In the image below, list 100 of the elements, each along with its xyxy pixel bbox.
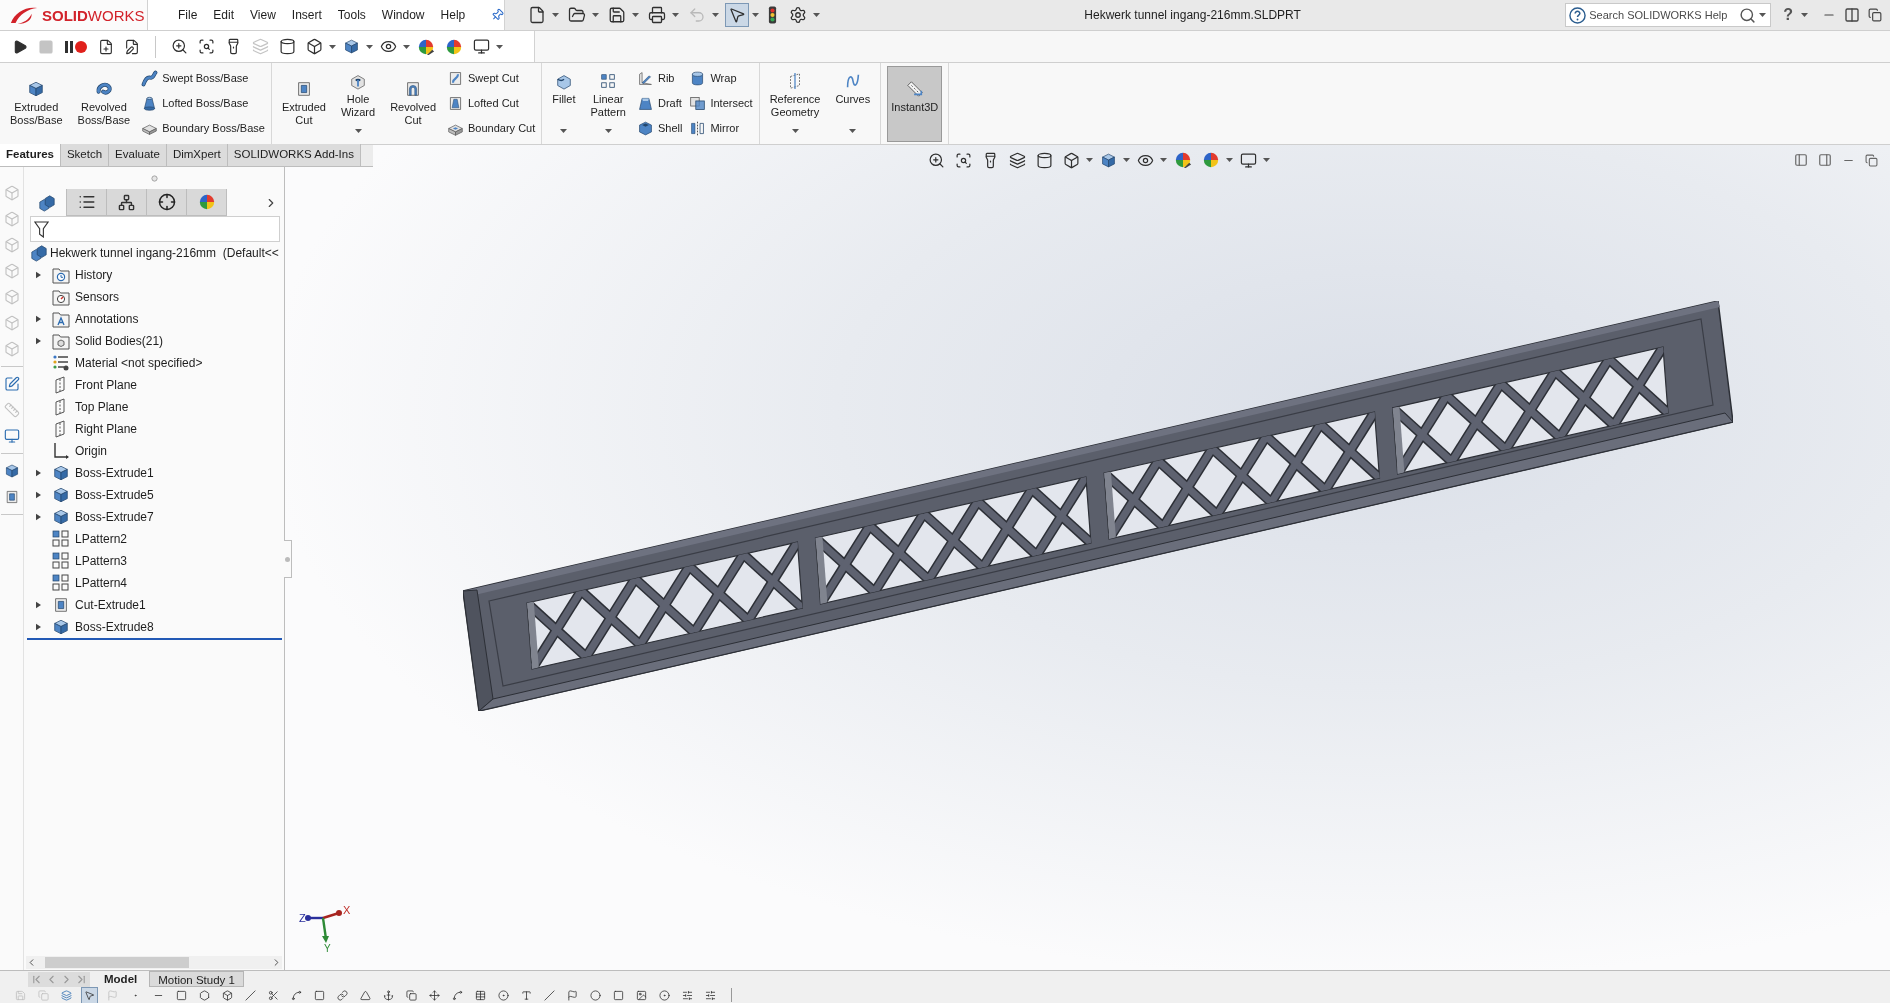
shaded-cube-icon[interactable]: [1100, 151, 1117, 169]
color-ball-icon[interactable]: [1202, 151, 1220, 169]
pause-record-icon[interactable]: [64, 38, 88, 55]
command-tab[interactable]: DimXpert: [166, 144, 228, 166]
pen-square-icon[interactable]: [3, 376, 20, 392]
ribbon-command[interactable]: Lofted Boss/Base: [141, 93, 265, 114]
ribbon-command[interactable]: Swept Boss/Base: [141, 68, 265, 89]
caret-icon[interactable]: [1086, 158, 1093, 162]
layers-icon[interactable]: [1009, 151, 1026, 169]
ribbon-command[interactable]: Draft: [636, 93, 683, 114]
triangle-icon[interactable]: [360, 989, 371, 1001]
ribbon-command[interactable]: Swept Cut: [447, 68, 536, 89]
tree-item[interactable]: Top Plane: [75, 398, 129, 416]
caret-icon[interactable]: [366, 44, 373, 49]
drag-handle-icon[interactable]: [150, 174, 158, 182]
tree-item[interactable]: LPattern3: [75, 552, 128, 570]
document-plus-icon[interactable]: [98, 38, 114, 55]
tree-item[interactable]: Boss-Extrude7: [75, 508, 154, 526]
eye-icon[interactable]: [380, 38, 397, 55]
ribbon-command[interactable]: Hole Wizard: [336, 66, 380, 142]
caret-icon[interactable]: [849, 129, 857, 133]
filter-field[interactable]: [30, 216, 280, 242]
circle-dot-icon[interactable]: [498, 989, 509, 1001]
expand-arrow-icon[interactable]: [35, 469, 41, 477]
caret-icon[interactable]: [496, 44, 503, 49]
menu-item[interactable]: Window: [381, 6, 425, 24]
tree-item[interactable]: Boss-Extrude8: [75, 618, 154, 636]
command-tab[interactable]: SOLIDWORKS Add-Ins: [227, 144, 361, 166]
horizontal-scrollbar[interactable]: [26, 956, 282, 969]
caret-icon[interactable]: [752, 13, 759, 17]
tile-windows-icon[interactable]: [1844, 7, 1860, 23]
tree-item[interactable]: History: [75, 266, 113, 284]
caret-icon[interactable]: [813, 13, 820, 17]
caret-icon[interactable]: [329, 44, 336, 49]
ribbon-command[interactable]: Revolved Boss/Base: [73, 66, 135, 142]
tree-item[interactable]: LPattern2: [75, 530, 128, 548]
ribbon-command[interactable]: Linear Pattern: [586, 66, 630, 142]
zoom-area-icon[interactable]: [198, 38, 215, 55]
ribbon-command[interactable]: Boundary Cut: [447, 118, 536, 139]
search-field[interactable]: Search SOLIDWORKS Help: [1589, 6, 1737, 24]
tree-item[interactable]: Annotations: [75, 310, 139, 328]
caret-icon[interactable]: [592, 13, 599, 17]
cube-icon[interactable]: [1063, 151, 1080, 169]
help-question-mark[interactable]: ?: [1783, 3, 1793, 27]
menu-item[interactable]: Insert: [291, 6, 322, 24]
panel-tab[interactable]: [67, 189, 107, 216]
ribbon-command[interactable]: Mirror: [689, 118, 753, 139]
search-icon[interactable]: [1739, 6, 1757, 24]
tree-item[interactable]: Right Plane: [75, 420, 138, 438]
ribbon-command[interactable]: Instant3D: [887, 66, 943, 142]
color-ball-icon[interactable]: [445, 37, 463, 56]
shaded-cube-icon[interactable]: [3, 463, 20, 479]
tree-item[interactable]: Cut-Extrude1: [75, 596, 146, 614]
cursor-icon[interactable]: [725, 3, 749, 27]
menu-item[interactable]: View: [250, 6, 276, 24]
traffic-light-icon[interactable]: [768, 6, 777, 24]
search-box[interactable]: Search SOLIDWORKS Help: [1565, 3, 1772, 27]
ribbon-command[interactable]: Fillet: [548, 66, 580, 142]
play-icon[interactable]: [12, 38, 28, 55]
tree-item[interactable]: Solid Bodies(21): [75, 332, 164, 350]
expand-arrow-icon[interactable]: [35, 623, 41, 631]
restore-icon[interactable]: [1865, 153, 1878, 167]
document-pen-icon[interactable]: [124, 38, 140, 55]
tree-item[interactable]: Hekwerk tunnel ingang-216mm (Default<<: [50, 244, 279, 262]
scissors-icon[interactable]: [268, 989, 279, 1001]
caret-icon[interactable]: [791, 129, 799, 133]
tree-item[interactable]: Boss-Extrude1: [75, 464, 154, 482]
expand-arrow-icon[interactable]: [35, 491, 41, 499]
tree-item[interactable]: Material <not specified>: [75, 354, 203, 372]
caret-icon[interactable]: [604, 129, 612, 133]
settings-icon[interactable]: [789, 6, 807, 24]
caret-icon[interactable]: [632, 13, 639, 17]
move-icon[interactable]: [429, 989, 440, 1001]
bottom-tab[interactable]: Motion Study 1: [149, 971, 244, 987]
copy-icon[interactable]: [406, 989, 417, 1001]
ribbon-command[interactable]: Extruded Cut: [277, 66, 330, 142]
ribbon-command[interactable]: Revolved Cut: [386, 66, 440, 142]
slash-icon[interactable]: [544, 989, 555, 1001]
flag-icon[interactable]: [567, 989, 578, 1001]
ribbon-command[interactable]: Shell: [636, 118, 683, 139]
cube-icon[interactable]: [306, 38, 323, 55]
ribbon-command[interactable]: Extruded Boss/Base: [6, 66, 67, 142]
expand-arrow-icon[interactable]: [35, 315, 41, 323]
printer-icon[interactable]: [648, 6, 666, 24]
circle-icon[interactable]: [590, 989, 601, 1001]
command-tab[interactable]: Sketch: [60, 144, 110, 166]
letter-t-icon[interactable]: [521, 989, 532, 1001]
zoom-icon[interactable]: [171, 38, 188, 55]
caret-icon[interactable]: [1263, 158, 1270, 162]
ribbon-command[interactable]: Wrap: [689, 68, 753, 89]
open-folder-icon[interactable]: [568, 6, 586, 24]
table-icon[interactable]: [475, 989, 486, 1001]
ribbon-command[interactable]: Curves: [831, 66, 875, 142]
ribbon-command[interactable]: Reference Geometry: [765, 66, 825, 142]
menu-item[interactable]: Help: [440, 6, 466, 24]
expand-arrow-icon[interactable]: [35, 513, 41, 521]
caret-icon[interactable]: [1801, 13, 1808, 17]
zoom-area-icon[interactable]: [955, 151, 972, 169]
square-icon[interactable]: [314, 989, 325, 1001]
cylinder-icon[interactable]: [279, 38, 296, 55]
